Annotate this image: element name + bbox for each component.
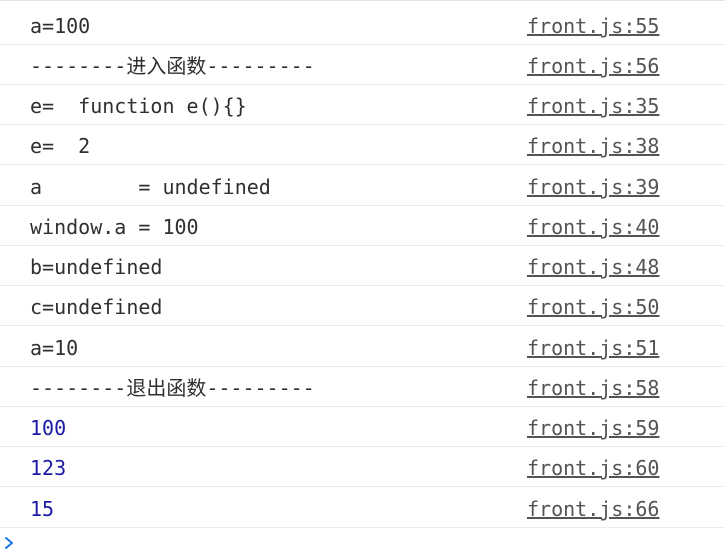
source-link[interactable]: front.js:39 (527, 175, 659, 199)
message-text: a = undefined (30, 175, 271, 199)
console-message: window.a = 100 front.js:40 (0, 206, 725, 246)
source-link[interactable]: front.js:55 (527, 14, 659, 38)
source-link[interactable]: front.js:59 (527, 416, 659, 440)
source-link[interactable]: front.js:38 (527, 134, 659, 158)
message-text: e= 2 (30, 134, 91, 158)
console-message: a=10 front.js:51 (0, 327, 725, 367)
message-text: --------退出函数--------- (30, 376, 315, 400)
source-link[interactable]: front.js:35 (527, 94, 659, 118)
console-panel: a=100 front.js:55 --------进入函数--------- … (0, 0, 725, 555)
console-message: 15 front.js:66 (0, 488, 725, 528)
console-message: c=undefined front.js:50 (0, 286, 725, 326)
source-link[interactable]: front.js:58 (527, 376, 659, 400)
console-message: --------退出函数--------- front.js:58 (0, 367, 725, 407)
message-text: a=10 (30, 336, 79, 360)
console-prompt[interactable] (0, 531, 725, 556)
source-link[interactable]: front.js:66 (527, 497, 659, 521)
source-link[interactable]: front.js:40 (527, 215, 659, 239)
console-message: e= function e(){} front.js:35 (0, 85, 725, 125)
message-text: b=undefined (30, 255, 163, 279)
message-number: 100 (30, 416, 67, 440)
console-message: b=undefined front.js:48 (0, 246, 725, 286)
source-link[interactable]: front.js:50 (527, 295, 659, 319)
console-message: 123 front.js:60 (0, 447, 725, 487)
source-link[interactable]: front.js:56 (527, 54, 659, 78)
console-message: --------进入函数--------- front.js:56 (0, 45, 725, 85)
message-number: 123 (30, 456, 67, 480)
console-message: a = undefined front.js:39 (0, 166, 725, 206)
message-text: --------进入函数--------- (30, 54, 315, 78)
source-link[interactable]: front.js:48 (527, 255, 659, 279)
console-message: a=100 front.js:55 (0, 5, 725, 45)
message-text: a=100 (30, 14, 91, 38)
console-message: 100 front.js:59 (0, 407, 725, 447)
source-link[interactable]: front.js:51 (527, 336, 659, 360)
message-number: 15 (30, 497, 55, 521)
message-text: c=undefined (30, 295, 163, 319)
console-message: e= 2 front.js:38 (0, 125, 725, 165)
chevron-right-icon (4, 535, 16, 551)
message-text: window.a = 100 (30, 215, 199, 239)
source-link[interactable]: front.js:60 (527, 456, 659, 480)
message-text: e= function e(){} (30, 94, 247, 118)
